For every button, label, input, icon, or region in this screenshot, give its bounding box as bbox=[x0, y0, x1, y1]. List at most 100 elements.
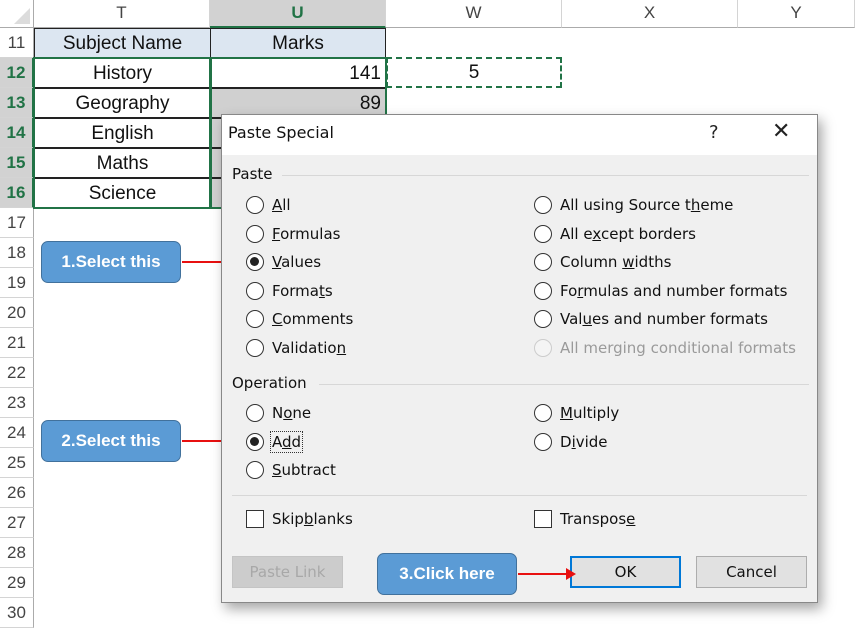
paste-radio-option[interactable]: All bbox=[246, 196, 291, 214]
radio-button bbox=[534, 338, 552, 357]
row-header[interactable]: 29 bbox=[0, 568, 34, 598]
column-header-y[interactable]: Y bbox=[738, 0, 855, 28]
paste-group-label: Paste bbox=[232, 165, 273, 183]
row-header[interactable]: 24 bbox=[0, 418, 34, 448]
option-label: Values and number formats bbox=[560, 310, 768, 328]
option-label: Formulas and number formats bbox=[560, 282, 787, 300]
radio-button[interactable] bbox=[246, 196, 264, 214]
label-text: vide bbox=[575, 432, 608, 451]
row-header[interactable]: 27 bbox=[0, 508, 34, 538]
option-label: All merging conditional formats bbox=[560, 339, 796, 357]
radio-button[interactable] bbox=[246, 404, 264, 422]
label-text: Fo bbox=[560, 281, 578, 300]
row-header[interactable]: 20 bbox=[0, 298, 34, 328]
header-cell-subject[interactable]: Subject Name bbox=[34, 28, 211, 58]
radio-button[interactable] bbox=[246, 338, 264, 357]
option-label: All except borders bbox=[560, 225, 696, 243]
cell-subject[interactable]: Geography bbox=[34, 88, 211, 118]
row-header[interactable]: 16 bbox=[0, 178, 34, 208]
row-header[interactable]: 30 bbox=[0, 598, 34, 628]
radio-button[interactable] bbox=[246, 310, 264, 328]
label-text: mulas and number formats bbox=[583, 281, 788, 300]
cancel-button[interactable]: Cancel bbox=[696, 556, 807, 588]
row-header[interactable]: 11 bbox=[0, 28, 34, 58]
dialog-titlebar[interactable]: Paste Special ? ✕ bbox=[222, 115, 817, 155]
access-key: u bbox=[582, 310, 592, 328]
paste-radio-option[interactable]: Formats bbox=[246, 281, 333, 300]
cell-subject[interactable]: Maths bbox=[34, 148, 211, 178]
row-header[interactable]: 25 bbox=[0, 448, 34, 478]
paste-radio-option[interactable]: Column widths bbox=[534, 253, 671, 271]
option-label: Multiply bbox=[560, 404, 619, 422]
operation-radio-option[interactable]: Add bbox=[246, 430, 304, 453]
radio-button[interactable] bbox=[534, 310, 552, 328]
row-header[interactable]: 18 bbox=[0, 238, 34, 268]
label-text: Column bbox=[560, 253, 623, 271]
column-header-w[interactable]: W bbox=[386, 0, 562, 28]
radio-button[interactable] bbox=[534, 196, 552, 214]
row-header[interactable]: 13 bbox=[0, 88, 34, 118]
paste-radio-option[interactable]: Values and number formats bbox=[534, 310, 768, 328]
cell-subject[interactable]: English bbox=[34, 118, 211, 148]
radio-button[interactable] bbox=[246, 224, 264, 243]
row-header[interactable]: 19 bbox=[0, 268, 34, 298]
paste-radio-option[interactable]: All using Source theme bbox=[534, 196, 733, 214]
cell-subject[interactable]: Science bbox=[34, 178, 211, 208]
radio-button[interactable] bbox=[534, 404, 552, 422]
row-header[interactable]: 23 bbox=[0, 388, 34, 418]
callout-step-1: 1.Select this bbox=[41, 241, 181, 283]
radio-button[interactable] bbox=[246, 432, 264, 451]
access-key: C bbox=[272, 310, 283, 328]
skip-blanks-checkbox[interactable]: Skip b lanks bbox=[246, 510, 353, 528]
radio-button[interactable] bbox=[246, 461, 264, 479]
paste-radio-option[interactable]: All except borders bbox=[534, 224, 696, 243]
row-header[interactable]: 28 bbox=[0, 538, 34, 568]
operation-radio-option[interactable]: Divide bbox=[534, 432, 608, 451]
operation-group-divider bbox=[319, 384, 809, 385]
option-label: Subtract bbox=[272, 461, 336, 479]
column-header-u[interactable]: U bbox=[210, 0, 386, 28]
column-header-t[interactable]: T bbox=[34, 0, 210, 28]
label-text: eme bbox=[700, 196, 734, 214]
label-text: All merging conditional formats bbox=[560, 338, 796, 357]
cell-subject[interactable]: History bbox=[34, 58, 211, 88]
option-label: None bbox=[272, 404, 311, 422]
copied-cell-value[interactable]: 5 bbox=[386, 58, 562, 88]
radio-button[interactable] bbox=[246, 253, 264, 271]
transpose-checkbox[interactable]: Transpos e bbox=[534, 510, 635, 528]
radio-button[interactable] bbox=[534, 253, 552, 271]
select-all-corner[interactable] bbox=[0, 0, 34, 28]
row-header[interactable]: 17 bbox=[0, 208, 34, 238]
paste-radio-option[interactable]: Comments bbox=[246, 310, 353, 328]
help-icon[interactable]: ? bbox=[709, 122, 719, 143]
radio-button[interactable] bbox=[534, 281, 552, 300]
radio-button[interactable] bbox=[534, 224, 552, 243]
paste-radio-option[interactable]: Validation bbox=[246, 338, 346, 357]
row-header[interactable]: 22 bbox=[0, 358, 34, 388]
paste-link-button[interactable]: Paste Link bbox=[232, 556, 343, 588]
ok-button[interactable]: OK bbox=[570, 556, 681, 588]
arrow-step-3 bbox=[518, 568, 576, 580]
label-text: omments bbox=[282, 310, 354, 328]
cell-marks[interactable]: 141 bbox=[210, 58, 386, 88]
access-key: S bbox=[272, 461, 282, 479]
header-cell-marks[interactable]: Marks bbox=[210, 28, 386, 58]
row-header[interactable]: 12 bbox=[0, 58, 34, 88]
close-icon[interactable]: ✕ bbox=[772, 119, 790, 144]
operation-radio-option[interactable]: Multiply bbox=[534, 404, 619, 422]
paste-radio-option[interactable]: Formulas and number formats bbox=[534, 281, 787, 300]
paste-radio-option[interactable]: Values bbox=[246, 253, 321, 271]
column-header-x[interactable]: X bbox=[562, 0, 738, 28]
radio-button[interactable] bbox=[534, 432, 552, 451]
row-header[interactable]: 15 bbox=[0, 148, 34, 178]
paste-radio-option[interactable]: Formulas bbox=[246, 224, 340, 243]
radio-button[interactable] bbox=[246, 281, 264, 300]
label-text: ll bbox=[282, 196, 291, 214]
row-header[interactable]: 21 bbox=[0, 328, 34, 358]
row-header[interactable]: 26 bbox=[0, 478, 34, 508]
row-header[interactable]: 14 bbox=[0, 118, 34, 148]
operation-radio-option[interactable]: None bbox=[246, 404, 311, 422]
callout-step-3: 3.Click here bbox=[377, 553, 517, 595]
operation-radio-option[interactable]: Subtract bbox=[246, 461, 336, 479]
checkbox-box bbox=[534, 510, 552, 528]
